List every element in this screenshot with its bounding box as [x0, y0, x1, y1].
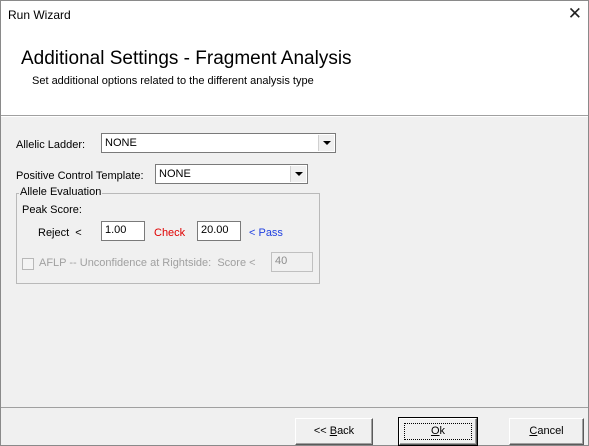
- reject-label: Reject <: [38, 227, 82, 239]
- cancel-button-label: ancel: [537, 425, 564, 437]
- back-button[interactable]: << Back: [295, 418, 373, 445]
- chevron-down-icon[interactable]: [318, 135, 334, 151]
- chevron-down-icon[interactable]: [290, 166, 306, 182]
- window-title: Run Wizard: [8, 8, 71, 22]
- ok-button-mnemonic: O: [430, 425, 440, 437]
- aflp-label: AFLP -- Unconfidence at Rightside: Score…: [39, 257, 256, 269]
- page-subtitle: Set additional options related to the di…: [32, 75, 314, 87]
- title-bar: Run Wizard ✕: [1, 1, 588, 31]
- cancel-button[interactable]: Cancel: [509, 418, 584, 445]
- ok-button-label: k: [439, 425, 446, 437]
- positive-control-label: Positive Control Template:: [16, 170, 144, 182]
- settings-panel: Allelic Ladder: NONE Positive Control Te…: [1, 117, 588, 407]
- run-wizard-window: Run Wizard ✕ Additional Settings - Fragm…: [0, 0, 589, 446]
- allelic-ladder-dropdown[interactable]: NONE: [101, 133, 336, 153]
- back-button-prefix: <<: [313, 425, 330, 437]
- back-button-mnemonic: B: [329, 425, 338, 437]
- close-icon[interactable]: ✕: [568, 5, 582, 23]
- allelic-ladder-value: NONE: [105, 137, 137, 149]
- wizard-footer: << Back Ok Cancel: [1, 408, 588, 446]
- check-label: Check: [154, 227, 186, 239]
- positive-control-dropdown[interactable]: NONE: [155, 164, 308, 184]
- ok-button[interactable]: Ok: [398, 417, 478, 446]
- pass-label: < Pass: [249, 227, 283, 239]
- peak-score-label: Peak Score:: [22, 204, 82, 216]
- reject-score-input[interactable]: 1.00: [101, 221, 145, 241]
- allele-evaluation-legend: Allele Evaluation: [19, 186, 103, 198]
- check-score-input[interactable]: 20.00: [197, 221, 241, 241]
- positive-control-value: NONE: [159, 168, 191, 180]
- allelic-ladder-label: Allelic Ladder:: [16, 139, 86, 151]
- aflp-checkbox[interactable]: [22, 258, 34, 270]
- back-button-label: ack: [337, 425, 355, 437]
- aflp-score-input[interactable]: 40: [271, 252, 313, 272]
- page-title: Additional Settings - Fragment Analysis: [21, 48, 352, 69]
- wizard-header: Additional Settings - Fragment Analysis …: [1, 31, 588, 114]
